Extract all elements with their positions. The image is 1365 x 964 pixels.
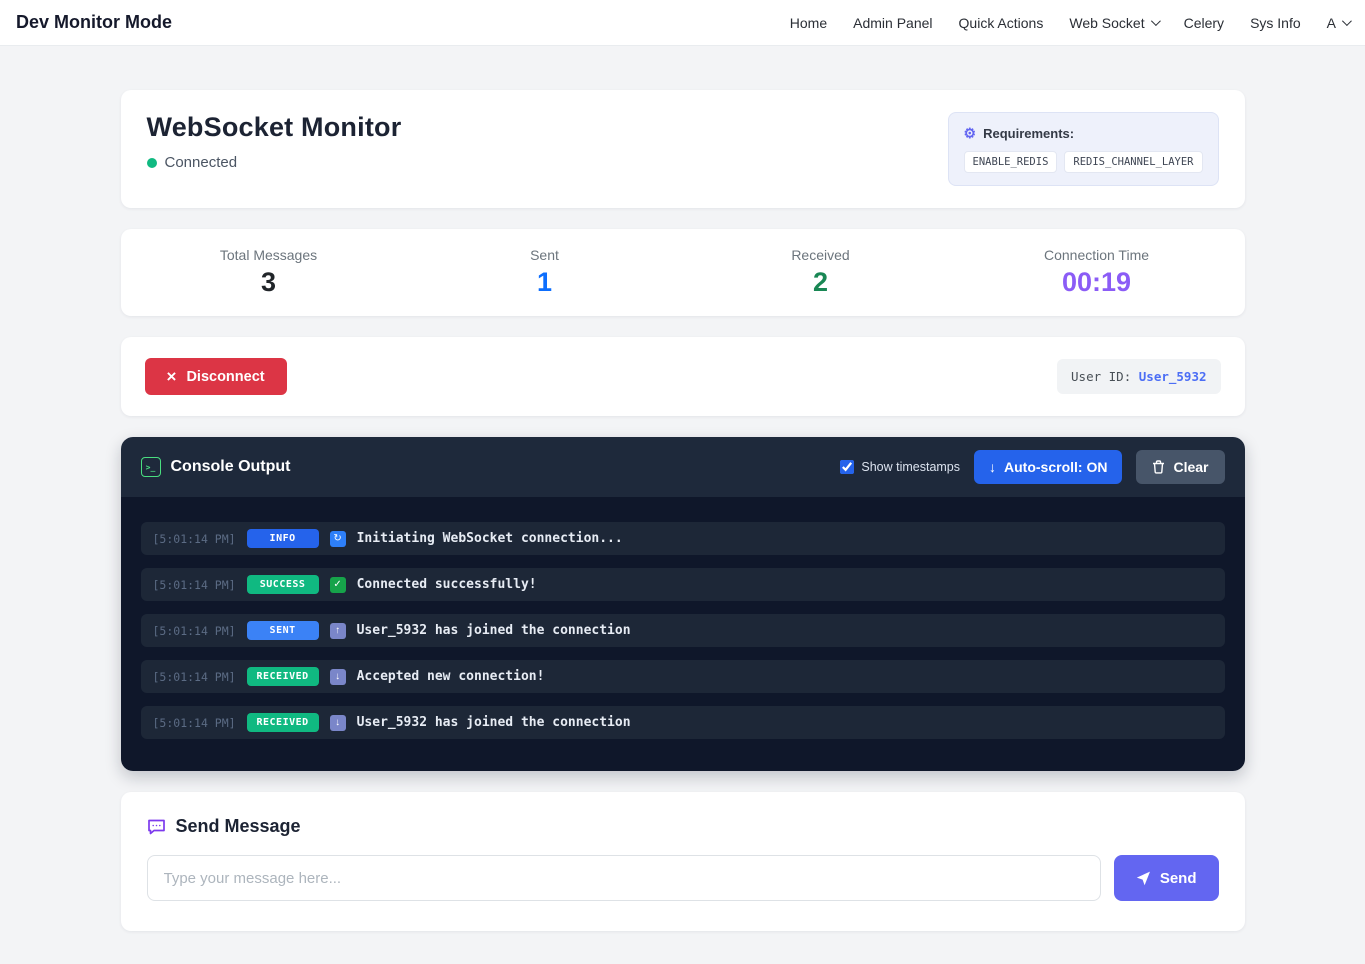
log-timestamp: [5:01:14 PM] — [153, 670, 236, 684]
refresh-icon: ↻ — [330, 531, 346, 547]
brand-title: Dev Monitor Mode — [16, 12, 172, 33]
log-row: [5:01:14 PM] SUCCESS ✓ Connected success… — [141, 568, 1225, 601]
paper-plane-icon — [1136, 871, 1151, 886]
log-row: [5:01:14 PM] RECEIVED ↓ Accepted new con… — [141, 660, 1225, 693]
user-id-label: User ID: — [1071, 369, 1139, 384]
trash-icon — [1152, 460, 1165, 474]
console-title: Console Output — [171, 458, 291, 476]
clear-button-label: Clear — [1173, 459, 1208, 475]
log-row: [5:01:14 PM] RECEIVED ↓ User_5932 has jo… — [141, 706, 1225, 739]
stat-sent: Sent 1 — [407, 247, 683, 298]
arrow-down-icon: ↓ — [989, 459, 996, 475]
send-button[interactable]: Send — [1114, 855, 1219, 901]
log-message: User_5932 has joined the connection — [357, 715, 631, 730]
connection-controls-card: × Disconnect User ID: User_5932 — [121, 337, 1245, 416]
stat-connection-time: Connection Time 00:19 — [959, 247, 1235, 298]
disconnect-button[interactable]: × Disconnect — [145, 358, 287, 395]
stat-label: Connection Time — [959, 247, 1235, 263]
status-label: Connected — [165, 154, 238, 171]
console-header: >_ Console Output Show timestamps ↓ Auto… — [121, 437, 1245, 497]
stat-value: 2 — [683, 266, 959, 298]
disconnect-button-label: Disconnect — [186, 369, 264, 385]
nav-item-admin-panel[interactable]: Admin Panel — [853, 15, 932, 31]
status-dot-icon — [147, 158, 157, 168]
console-controls: Show timestamps ↓ Auto-scroll: ON Clear — [840, 450, 1224, 484]
requirements-box: ⚙ Requirements: ENABLE_REDIS REDIS_CHANN… — [948, 112, 1219, 186]
gear-icon: ⚙ — [964, 125, 977, 142]
stats-card: Total Messages 3 Sent 1 Received 2 Conne… — [121, 229, 1245, 316]
user-id-value: User_5932 — [1139, 369, 1207, 384]
log-message: Connected successfully! — [357, 577, 537, 592]
autoscroll-button[interactable]: ↓ Auto-scroll: ON — [974, 450, 1122, 484]
send-message-title: Send Message — [176, 816, 301, 837]
log-message: Initiating WebSocket connection... — [357, 531, 623, 546]
page-title: WebSocket Monitor — [147, 112, 402, 143]
log-timestamp: [5:01:14 PM] — [153, 578, 236, 592]
stat-value: 00:19 — [959, 266, 1235, 298]
log-level-badge: SENT — [247, 621, 319, 640]
log-level-badge: RECEIVED — [247, 713, 319, 732]
nav-item-quick-actions[interactable]: Quick Actions — [959, 15, 1044, 31]
chat-bubble-icon — [147, 818, 166, 836]
inbox-icon: ↓ — [330, 669, 346, 685]
autoscroll-button-label: Auto-scroll: ON — [1004, 459, 1107, 475]
log-message: Accepted new connection! — [357, 669, 545, 684]
nav-item-user-menu[interactable]: A — [1327, 15, 1349, 31]
nav-item-celery[interactable]: Celery — [1184, 15, 1224, 31]
stat-received: Received 2 — [683, 247, 959, 298]
stat-label: Total Messages — [131, 247, 407, 263]
console-title-wrap: >_ Console Output — [141, 457, 291, 477]
console-card: >_ Console Output Show timestamps ↓ Auto… — [121, 437, 1245, 771]
nav-item-user-label: A — [1327, 15, 1336, 31]
nav-item-web-socket[interactable]: Web Socket — [1069, 15, 1157, 31]
check-icon: ✓ — [330, 577, 346, 593]
log-message: User_5932 has joined the connection — [357, 623, 631, 638]
log-level-badge: INFO — [247, 529, 319, 548]
send-message-card: Send Message Send — [121, 792, 1245, 931]
requirement-chip: ENABLE_REDIS — [964, 151, 1058, 173]
log-level-badge: RECEIVED — [247, 667, 319, 686]
requirements-chips: ENABLE_REDIS REDIS_CHANNEL_LAYER — [964, 151, 1203, 173]
monitor-header-left: WebSocket Monitor Connected — [147, 112, 402, 171]
send-message-header: Send Message — [147, 816, 1219, 837]
stat-value: 1 — [407, 266, 683, 298]
log-timestamp: [5:01:14 PM] — [153, 716, 236, 730]
show-timestamps-label: Show timestamps — [861, 460, 960, 474]
clear-button[interactable]: Clear — [1136, 450, 1224, 484]
terminal-icon: >_ — [141, 457, 161, 477]
monitor-header-card: WebSocket Monitor Connected ⚙ Requiremen… — [121, 90, 1245, 208]
requirement-chip: REDIS_CHANNEL_LAYER — [1064, 151, 1202, 173]
inbox-icon: ↓ — [330, 715, 346, 731]
show-timestamps-toggle[interactable]: Show timestamps — [840, 460, 960, 474]
user-id-box: User ID: User_5932 — [1057, 359, 1220, 394]
chevron-down-icon — [1342, 16, 1352, 26]
x-icon: × — [167, 368, 177, 385]
log-level-badge: SUCCESS — [247, 575, 319, 594]
send-button-label: Send — [1160, 870, 1197, 887]
requirements-header: ⚙ Requirements: — [964, 125, 1203, 142]
outbox-icon: ↑ — [330, 623, 346, 639]
stat-total-messages: Total Messages 3 — [131, 247, 407, 298]
log-timestamp: [5:01:14 PM] — [153, 532, 236, 546]
nav-item-sys-info[interactable]: Sys Info — [1250, 15, 1301, 31]
nav-item-web-socket-label: Web Socket — [1069, 15, 1144, 31]
nav-links: Home Admin Panel Quick Actions Web Socke… — [790, 15, 1349, 31]
console-output-area[interactable]: [5:01:14 PM] INFO ↻ Initiating WebSocket… — [121, 497, 1245, 771]
stat-label: Sent — [407, 247, 683, 263]
send-message-row: Send — [147, 855, 1219, 901]
stat-value: 3 — [131, 266, 407, 298]
log-timestamp: [5:01:14 PM] — [153, 624, 236, 638]
show-timestamps-checkbox[interactable] — [840, 460, 854, 474]
chevron-down-icon — [1151, 16, 1161, 26]
connection-status: Connected — [147, 154, 402, 171]
log-row: [5:01:14 PM] INFO ↻ Initiating WebSocket… — [141, 522, 1225, 555]
main-content: WebSocket Monitor Connected ⚙ Requiremen… — [121, 46, 1245, 964]
requirements-label: Requirements: — [983, 126, 1074, 141]
nav-item-home[interactable]: Home — [790, 15, 827, 31]
navbar: Dev Monitor Mode Home Admin Panel Quick … — [0, 0, 1365, 46]
message-input[interactable] — [147, 855, 1101, 901]
stat-label: Received — [683, 247, 959, 263]
log-row: [5:01:14 PM] SENT ↑ User_5932 has joined… — [141, 614, 1225, 647]
